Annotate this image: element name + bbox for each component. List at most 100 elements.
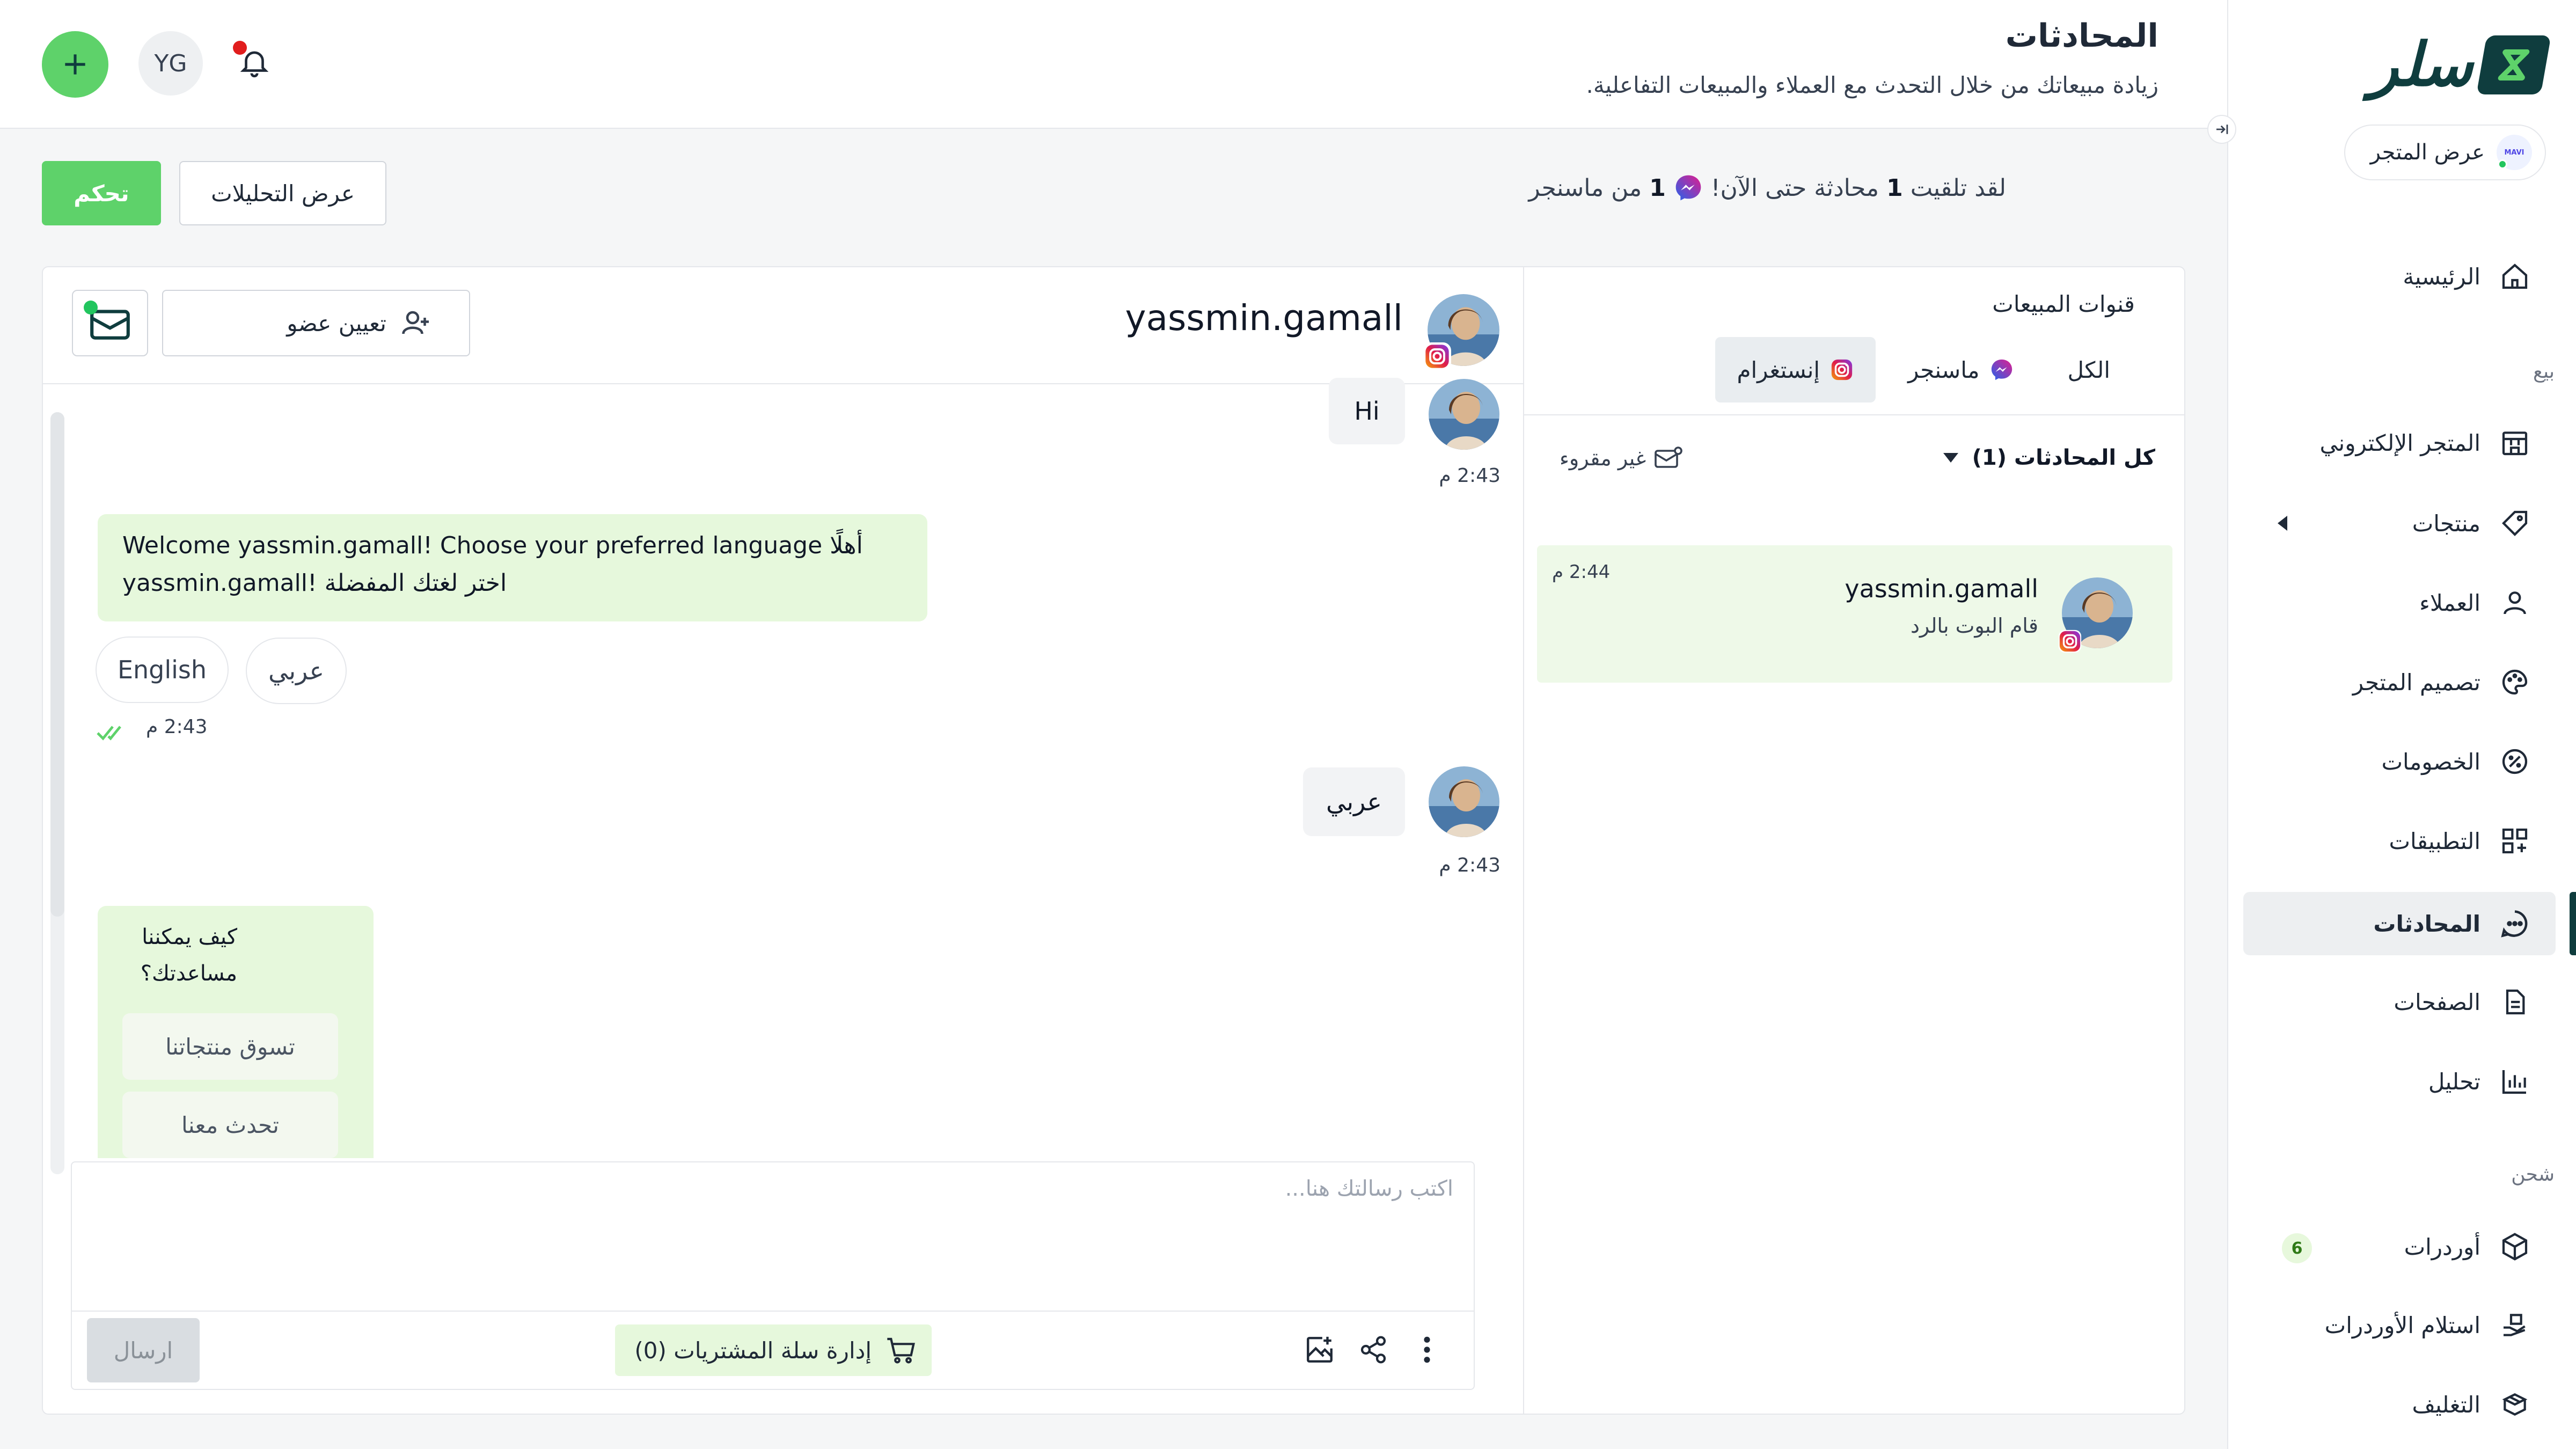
sidebar-item-label: تصميم المتجر	[2352, 669, 2480, 696]
sidebar-item-order-pickup[interactable]: استلام الأوردرات	[2243, 1293, 2556, 1357]
chat-scrollbar[interactable]	[50, 412, 64, 1174]
store-avatar: MAVI	[2497, 135, 2532, 170]
summary-text: من ماسنجر	[1528, 174, 1642, 202]
sidebar-item-customers[interactable]: العملاء	[2243, 571, 2556, 634]
conversation-list-pane: قنوات المبيعات الكل ماسنجر إنستغرام كل ا…	[1523, 267, 2184, 1414]
sidebar-item-conversations[interactable]: المحادثات	[2243, 892, 2576, 955]
incoming-message: عربي	[1303, 767, 1405, 836]
sidebar-item-label: استلام الأوردرات	[2324, 1312, 2480, 1338]
instagram-icon	[1831, 359, 1853, 380]
conversation-preview: قام البوت بالرد	[1910, 614, 2038, 638]
expand-caret-icon[interactable]	[2278, 516, 2287, 531]
unread-filter[interactable]: غير مقروء	[1560, 445, 1684, 471]
sidebar-item-pages[interactable]: الصفحات	[2243, 970, 2556, 1034]
send-button[interactable]: ارسال	[87, 1318, 200, 1382]
message-input[interactable]: اكتب رسالتك هنا...	[1285, 1176, 1453, 1201]
control-button[interactable]: تحكم	[42, 161, 161, 225]
sidebar-item-packaging[interactable]: التغليف	[2243, 1373, 2556, 1436]
message-text: مساعدتك؟	[140, 961, 237, 986]
cart-label: إدارة سلة المشتريات (0)	[634, 1337, 872, 1364]
chat-header: yassmin.gamall تعيين عضو	[43, 267, 1524, 384]
double-check-icon	[97, 726, 121, 741]
bot-message: Welcome yassmin.gamall! Choose your pref…	[98, 514, 927, 621]
add-button[interactable]	[42, 31, 108, 98]
instagram-icon	[1423, 342, 1451, 370]
message-text: Welcome yassmin.gamall! Choose your pref…	[122, 532, 863, 559]
summary-text: لقد تلقيت	[1910, 174, 2006, 202]
palette-icon	[2499, 666, 2531, 698]
message-time: 2:43 م	[1439, 854, 1501, 876]
sidebar-item-discounts[interactable]: الخصومات	[2243, 730, 2556, 793]
summary-count: 1	[1649, 174, 1666, 202]
conversation-name: yassmin.gamall	[1845, 574, 2038, 603]
assign-member-button[interactable]: تعيين عضو	[162, 290, 470, 356]
sidebar-item-label: التطبيقات	[2389, 828, 2480, 854]
conversation-item[interactable]: yassmin.gamall قام البوت بالرد 2:44 م	[1537, 545, 2172, 683]
home-icon	[2499, 260, 2531, 292]
message-text: كيف يمكننا	[142, 925, 237, 949]
status-dot	[84, 301, 98, 314]
user-avatar[interactable]: YG	[138, 31, 203, 96]
online-status-dot	[2498, 159, 2507, 169]
quick-reply-english[interactable]: English	[96, 636, 229, 703]
sidebar-item-online-store[interactable]: المتجر الإلكتروني	[2243, 411, 2556, 474]
message-composer: اكتب رسالتك هنا... ارسال إدارة سلة المشت…	[71, 1161, 1475, 1390]
view-store-button[interactable]: MAVI عرض المتجر	[2344, 125, 2546, 180]
more-vertical-icon	[1424, 1336, 1430, 1363]
contact-avatar[interactable]	[1423, 293, 1501, 370]
notification-dot	[233, 41, 247, 55]
sidebar-item-label: التغليف	[2412, 1391, 2480, 1418]
share-button[interactable]	[1355, 1331, 1392, 1368]
mark-read-button[interactable]	[72, 290, 148, 356]
scrollbar-thumb[interactable]	[50, 412, 64, 917]
sender-avatar	[1428, 378, 1501, 451]
view-analytics-button[interactable]: عرض التحليلات	[179, 161, 386, 225]
document-icon	[2499, 986, 2531, 1018]
manage-cart-button[interactable]: إدارة سلة المشتريات (0)	[615, 1324, 932, 1376]
sidebar-item-analytics[interactable]: تحليل	[2243, 1050, 2556, 1113]
sidebar-item-store-design[interactable]: تصميم المتجر	[2243, 650, 2556, 714]
messenger-icon	[1991, 359, 2012, 380]
add-user-icon	[402, 311, 429, 334]
sidebar-item-label: المتجر الإلكتروني	[2319, 429, 2481, 456]
section-label-sell: بيع	[2533, 361, 2555, 383]
bar-chart-icon	[2499, 1065, 2531, 1097]
attach-image-button[interactable]	[1301, 1331, 1338, 1368]
quick-reply-arabic[interactable]: عربي	[246, 638, 347, 704]
avatar	[2058, 576, 2134, 653]
incoming-message: Hi	[1329, 378, 1405, 444]
box-icon	[2499, 1231, 2531, 1263]
info-bar: لقد تلقيت 1 محادثة حتى الآن! 1 من ماسنجر…	[42, 160, 2006, 228]
user-initials: YG	[154, 49, 187, 77]
conversations-panel: قنوات المبيعات الكل ماسنجر إنستغرام كل ا…	[42, 266, 2185, 1415]
brand-logo[interactable]: سلر	[2369, 30, 2551, 100]
page-header: المحادثات زيادة مبيعاتك من خلال التحدث م…	[0, 0, 2227, 129]
plus-icon	[65, 54, 85, 75]
sidebar-item-label: الخصومات	[2381, 748, 2480, 775]
summary-text: محادثة حتى الآن!	[1710, 174, 1879, 202]
chat-icon	[2499, 908, 2531, 940]
tab-label: ماسنجر	[1908, 356, 1980, 383]
tab-messenger[interactable]: ماسنجر	[1886, 337, 2035, 402]
message-text: yassmin.gamall! اختر لغتك المفضلة	[122, 569, 507, 597]
tab-all[interactable]: الكل	[2046, 337, 2132, 402]
notifications-button[interactable]	[233, 41, 276, 84]
talk-to-us-button[interactable]: تحدث معنا	[122, 1092, 338, 1158]
logo-text: سلر	[2369, 30, 2473, 100]
more-options-button[interactable]	[1408, 1331, 1446, 1368]
sidebar-item-home[interactable]: الرئيسية	[2243, 245, 2556, 308]
sidebar-collapse-button[interactable]	[2207, 115, 2236, 144]
summary-count: 1	[1886, 174, 1903, 202]
cart-icon	[887, 1337, 915, 1364]
unread-mail-icon	[1655, 447, 1682, 468]
message-text: عربي	[1326, 787, 1382, 816]
sidebar-item-orders[interactable]: أوردرات 6	[2243, 1215, 2556, 1278]
orders-count-badge: 6	[2282, 1233, 2312, 1263]
sidebar-item-label: العملاء	[2419, 589, 2480, 616]
sidebar-item-apps[interactable]: التطبيقات	[2243, 809, 2556, 873]
tab-instagram[interactable]: إنستغرام	[1715, 337, 1876, 402]
all-conversations-dropdown[interactable]: كل المحادثات (1)	[1943, 445, 2155, 470]
package-icon	[2499, 1388, 2531, 1421]
sidebar-item-products[interactable]: منتجات	[2243, 492, 2556, 555]
shop-products-button[interactable]: تسوق منتجاتنا	[122, 1013, 338, 1080]
